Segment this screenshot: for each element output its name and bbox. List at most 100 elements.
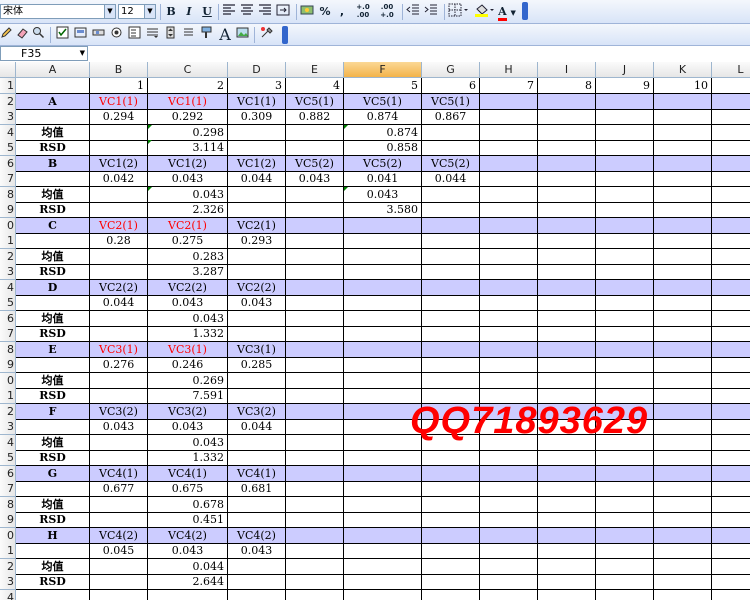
cell-f16[interactable] — [344, 310, 422, 327]
cell-e20[interactable] — [286, 372, 344, 389]
cell-d3[interactable]: 0.309 — [228, 109, 286, 125]
cell-b34[interactable] — [90, 589, 148, 600]
cell-f6[interactable]: VC5(2) — [344, 155, 422, 172]
cell-k17[interactable] — [654, 326, 712, 342]
cell-a29[interactable]: RSD — [16, 512, 90, 528]
cell-b32[interactable] — [90, 558, 148, 575]
cell-e18[interactable] — [286, 341, 344, 358]
cell-j32[interactable] — [596, 558, 654, 575]
cell-f10[interactable] — [344, 217, 422, 234]
cell-a8[interactable]: 均值 — [16, 186, 90, 203]
cell-e19[interactable] — [286, 357, 344, 373]
row-header[interactable]: 2 — [0, 248, 16, 265]
cell-d18[interactable]: VC3(1) — [228, 341, 286, 358]
cell-i3[interactable] — [538, 109, 596, 125]
cell-i9[interactable] — [538, 202, 596, 218]
cell-h10[interactable] — [480, 217, 538, 234]
cell-j29[interactable] — [596, 512, 654, 528]
cell-j34[interactable] — [596, 589, 654, 600]
align-right-icon[interactable] — [258, 3, 274, 20]
cell-h15[interactable] — [480, 295, 538, 311]
cell-e12[interactable] — [286, 248, 344, 265]
row-header[interactable]: 4 — [0, 279, 16, 296]
groupbox-control-icon[interactable] — [74, 26, 88, 43]
cell-k28[interactable] — [654, 496, 712, 513]
borders-icon[interactable] — [448, 3, 472, 20]
cell-l9[interactable] — [712, 202, 750, 218]
row-header[interactable]: 0 — [0, 217, 16, 234]
cell-k11[interactable] — [654, 233, 712, 249]
cell-g16[interactable] — [422, 310, 480, 327]
cell-c5[interactable]: 3.114 — [148, 140, 228, 156]
cell-l17[interactable] — [712, 326, 750, 342]
cell-d6[interactable]: VC1(2) — [228, 155, 286, 172]
row-header[interactable]: 0 — [0, 527, 16, 544]
cell-a15[interactable] — [16, 295, 90, 311]
cell-k22[interactable] — [654, 403, 712, 420]
cell-b9[interactable] — [90, 202, 148, 218]
row-header[interactable]: 5 — [0, 295, 16, 311]
cell-g25[interactable] — [422, 450, 480, 466]
cell-f15[interactable] — [344, 295, 422, 311]
row-header[interactable]: 3 — [0, 419, 16, 435]
comma-button[interactable]: , — [336, 3, 348, 20]
cell-f13[interactable] — [344, 264, 422, 280]
cell-l8[interactable] — [712, 187, 750, 203]
cell-g7[interactable]: 0.044 — [422, 171, 480, 187]
cell-b20[interactable] — [90, 372, 148, 389]
cell-d26[interactable]: VC4(1) — [228, 465, 286, 482]
cell-c4[interactable]: 0.298 — [148, 124, 228, 141]
cell-a14[interactable]: D — [16, 279, 90, 296]
cell-i33[interactable] — [538, 574, 596, 590]
cell-g18[interactable] — [422, 341, 480, 358]
cell-c8[interactable]: 0.043 — [148, 186, 228, 203]
cell-a2[interactable]: A — [16, 93, 90, 110]
cell-c31[interactable]: 0.043 — [148, 543, 228, 559]
cell-j15[interactable] — [596, 295, 654, 311]
cell-d5[interactable] — [228, 140, 286, 156]
cell-l34[interactable] — [712, 590, 750, 600]
cell-l24[interactable] — [712, 435, 750, 451]
cell-h34[interactable] — [480, 589, 538, 600]
cell-i30[interactable] — [538, 527, 596, 544]
row-header[interactable]: 3 — [0, 264, 16, 280]
cell-g2[interactable]: VC5(1) — [422, 93, 480, 110]
cell-b3[interactable]: 0.294 — [90, 109, 148, 125]
column-header-k[interactable]: K — [654, 62, 712, 78]
cell-b12[interactable] — [90, 248, 148, 265]
cell-f33[interactable] — [344, 574, 422, 590]
cell-f11[interactable] — [344, 233, 422, 249]
chevron-down-icon[interactable]: ▼ — [80, 47, 85, 60]
cell-h26[interactable] — [480, 465, 538, 482]
cell-h28[interactable] — [480, 496, 538, 513]
cell-h30[interactable] — [480, 527, 538, 544]
cell-b11[interactable]: 0.28 — [90, 233, 148, 249]
cell-d1[interactable]: 3 — [228, 78, 286, 94]
cell-e13[interactable] — [286, 264, 344, 280]
cell-d20[interactable] — [228, 372, 286, 389]
cell-c21[interactable]: 7.591 — [148, 388, 228, 404]
cell-h3[interactable] — [480, 109, 538, 125]
cell-k15[interactable] — [654, 295, 712, 311]
cell-j16[interactable] — [596, 310, 654, 327]
cell-f28[interactable] — [344, 496, 422, 513]
cell-c18[interactable]: VC3(1) — [148, 341, 228, 358]
cell-c19[interactable]: 0.246 — [148, 357, 228, 373]
cell-h20[interactable] — [480, 372, 538, 389]
cell-j18[interactable] — [596, 341, 654, 358]
cell-g20[interactable] — [422, 372, 480, 389]
cell-b22[interactable]: VC3(2) — [90, 403, 148, 420]
cell-g34[interactable] — [422, 589, 480, 600]
cell-l13[interactable] — [712, 264, 750, 280]
cell-k5[interactable] — [654, 140, 712, 156]
row-header[interactable]: 3 — [0, 574, 16, 590]
cell-g31[interactable] — [422, 543, 480, 559]
cell-b1[interactable]: 1 — [90, 78, 148, 94]
row-header[interactable]: 8 — [0, 186, 16, 203]
cell-j14[interactable] — [596, 279, 654, 296]
cell-g15[interactable] — [422, 295, 480, 311]
cell-b28[interactable] — [90, 496, 148, 513]
cell-d13[interactable] — [228, 264, 286, 280]
cell-e24[interactable] — [286, 434, 344, 451]
cell-b23[interactable]: 0.043 — [90, 419, 148, 435]
